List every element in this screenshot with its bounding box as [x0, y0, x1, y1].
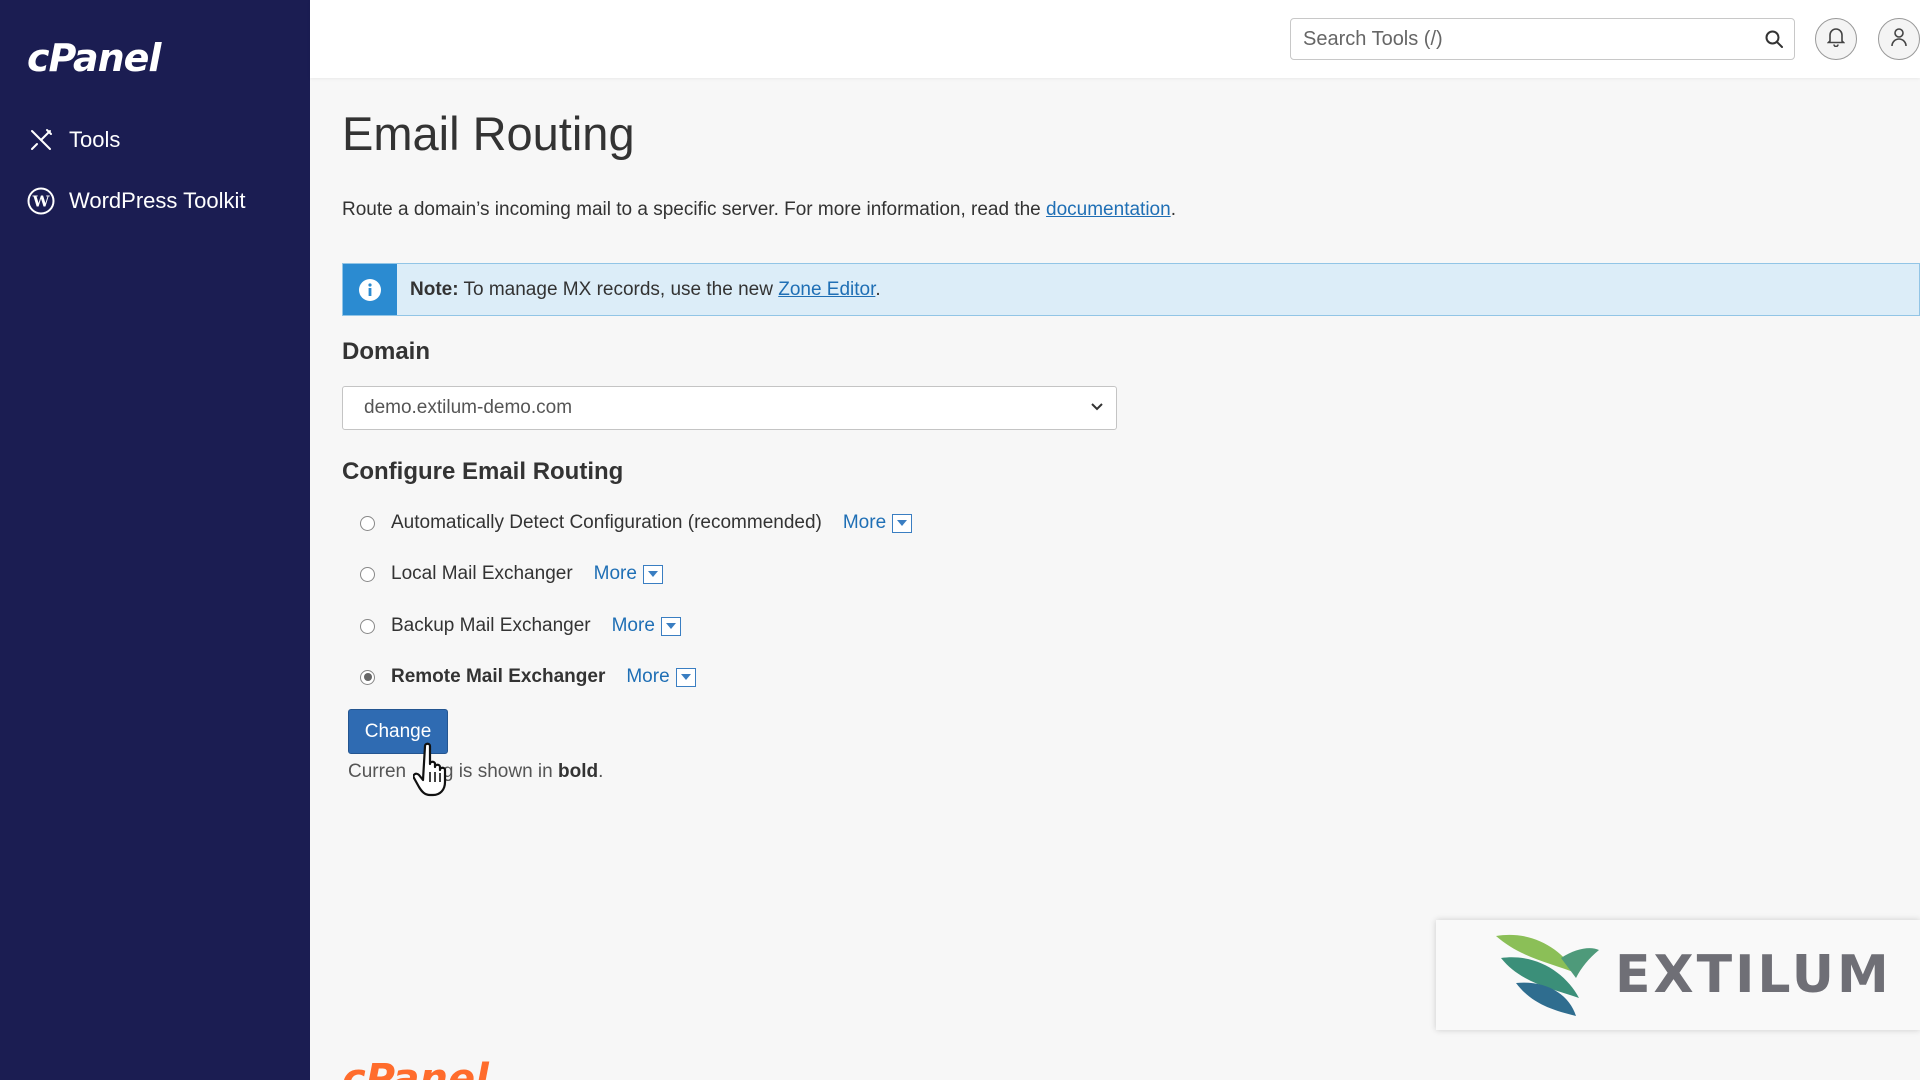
domain-select-value: demo.extilum-demo.com	[364, 397, 573, 418]
current-setting-note: Curren ing is shown in bold.	[348, 761, 603, 783]
more-label: More	[593, 563, 637, 584]
info-icon	[343, 264, 397, 315]
option-label: Automatically Detect Configuration (reco…	[391, 512, 822, 533]
user-menu-button[interactable]	[1878, 18, 1920, 60]
description-text: Route a domain’s incoming mail to a spec…	[342, 199, 1047, 220]
caret-down-icon	[660, 616, 681, 636]
extilum-watermark: EXTILUM	[1436, 920, 1920, 1030]
radio-local[interactable]	[360, 566, 375, 582]
documentation-link[interactable]: documentation	[1046, 199, 1171, 220]
option-label: Local Mail Exchanger	[391, 563, 573, 584]
routing-option-local[interactable]: Local Mail Exchanger More	[360, 559, 663, 589]
sidebar-item-wordpress-toolkit[interactable]: W WordPress Toolkit	[27, 183, 245, 219]
top-header	[310, 0, 1920, 78]
zone-editor-link[interactable]: Zone Editor	[778, 279, 875, 300]
radio-remote[interactable]	[360, 669, 375, 685]
search-icon[interactable]	[1754, 29, 1794, 49]
note-prefix: Curren	[348, 761, 407, 782]
user-icon	[1890, 27, 1908, 52]
footer-cpanel-logo: cPanel	[342, 1056, 489, 1080]
search-tools-input[interactable]	[1291, 20, 1754, 58]
note-bold: bold	[557, 761, 599, 782]
wordpress-icon: W	[27, 187, 55, 215]
cpanel-logo[interactable]: cPanel	[27, 36, 161, 80]
more-toggle[interactable]: More	[842, 512, 913, 534]
domain-select[interactable]: demo.extilum-demo.com	[342, 386, 1117, 430]
option-label: Remote Mail Exchanger	[391, 666, 606, 687]
description-end: .	[1170, 199, 1176, 220]
configure-routing-heading: Configure Email Routing	[342, 458, 624, 485]
sidebar-item-tools[interactable]: Tools	[27, 122, 120, 158]
option-label: Backup Mail Exchanger	[391, 615, 591, 636]
notifications-button[interactable]	[1815, 18, 1857, 60]
sidebar-item-label: Tools	[69, 127, 121, 152]
chevron-down-icon	[1090, 399, 1104, 417]
more-label: More	[626, 666, 670, 687]
extilum-leaf-logo-icon	[1491, 928, 1601, 1023]
sidebar-item-label: WordPress Toolkit	[69, 188, 246, 213]
caret-down-icon	[892, 513, 913, 533]
more-toggle[interactable]: More	[626, 666, 696, 688]
bell-icon	[1826, 27, 1846, 52]
more-label: More	[842, 512, 887, 533]
more-toggle[interactable]: More	[612, 615, 681, 637]
domain-heading: Domain	[342, 338, 431, 365]
more-toggle[interactable]: More	[594, 563, 663, 585]
note-alert: Note: To manage MX records, use the new …	[342, 263, 1920, 316]
routing-option-remote[interactable]: Remote Mail Exchanger More	[360, 662, 696, 692]
note-body: To manage MX records, use the new	[458, 278, 779, 300]
hand-cursor-icon	[412, 742, 453, 803]
search-tools-box[interactable]	[1290, 18, 1795, 60]
note-text: Note: To manage MX records, use the new …	[410, 279, 881, 301]
tools-icon	[27, 126, 55, 154]
radio-auto-detect[interactable]	[360, 515, 375, 531]
svg-text:W: W	[32, 193, 51, 211]
note-end: .	[598, 761, 604, 782]
note-end: .	[875, 278, 881, 300]
caret-down-icon	[642, 564, 663, 584]
note-label: Note:	[410, 278, 459, 300]
routing-option-auto[interactable]: Automatically Detect Configuration (reco…	[360, 508, 913, 538]
watermark-text: EXTILUM	[1615, 945, 1892, 1005]
sidebar: cPanel Tools W WordPress Toolkit	[0, 0, 310, 1080]
radio-backup[interactable]	[360, 618, 375, 634]
routing-option-backup[interactable]: Backup Mail Exchanger More	[360, 611, 681, 641]
caret-down-icon	[675, 667, 696, 687]
page-title: Email Routing	[342, 107, 635, 160]
page-description: Route a domain’s incoming mail to a spec…	[342, 199, 1176, 221]
more-label: More	[611, 615, 655, 636]
